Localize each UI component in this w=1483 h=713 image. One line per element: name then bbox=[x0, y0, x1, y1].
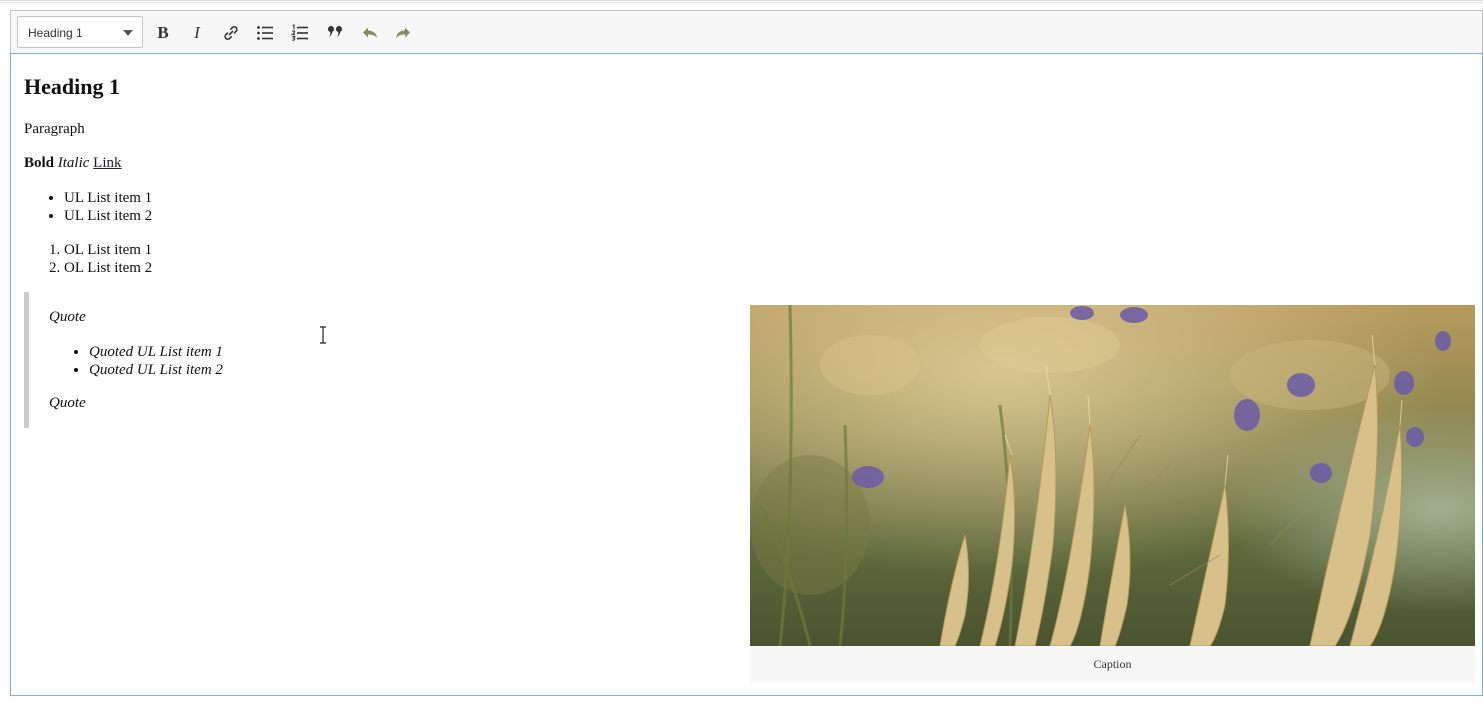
block-quote: Quote Quoted UL List item 1 Quoted UL Li… bbox=[24, 292, 724, 428]
bold-text: Bold bbox=[24, 155, 55, 171]
heading-1-text: Heading 1 bbox=[24, 74, 120, 99]
quote-icon bbox=[327, 26, 342, 37]
image-caption[interactable]: Caption bbox=[750, 646, 1475, 682]
quote-text: Quote bbox=[49, 309, 86, 325]
paragraph-text: Paragraph bbox=[24, 121, 85, 137]
list-item: OL List item 2 bbox=[64, 259, 152, 277]
chevron-down-icon bbox=[123, 30, 133, 36]
bulleted-list-icon bbox=[257, 26, 273, 40]
editor-content-area[interactable]: Heading 1 Paragraph Bold Italic Link UL … bbox=[10, 53, 1483, 696]
quote-text: Quote bbox=[49, 395, 86, 411]
italic-icon: I bbox=[194, 23, 200, 42]
italic-text: Italic bbox=[57, 155, 90, 171]
bold-button[interactable]: B bbox=[148, 18, 178, 48]
text-cursor-icon bbox=[320, 326, 326, 344]
list-item: Quoted UL List item 1 bbox=[89, 343, 223, 361]
image-figure[interactable]: Caption bbox=[750, 305, 1475, 682]
numbered-list-icon bbox=[291, 24, 308, 41]
list-item: OL List item 1 bbox=[64, 241, 152, 259]
list-item: UL List item 1 bbox=[64, 189, 152, 207]
numbered-list: OL List item 1 OL List item 2 bbox=[24, 241, 152, 277]
wheat-field-image[interactable] bbox=[750, 305, 1475, 646]
rich-text-editor: Heading 1 B I Heading 1 Paragraph Bold I… bbox=[10, 10, 1483, 696]
bulleted-list: UL List item 1 UL List item 2 bbox=[24, 189, 152, 225]
redo-icon bbox=[396, 27, 410, 38]
undo-icon bbox=[363, 27, 377, 38]
bulleted-list-button[interactable] bbox=[250, 18, 280, 48]
link-icon bbox=[224, 26, 238, 40]
bold-icon: B bbox=[157, 23, 169, 42]
numbered-list-button[interactable] bbox=[285, 18, 315, 48]
redo-button[interactable] bbox=[388, 18, 418, 48]
heading-dropdown[interactable]: Heading 1 bbox=[17, 16, 143, 48]
undo-button[interactable] bbox=[355, 18, 385, 48]
list-item: UL List item 2 bbox=[64, 207, 152, 225]
quoted-bulleted-list: Quoted UL List item 1 Quoted UL List ite… bbox=[49, 343, 223, 379]
window-top-border bbox=[0, 0, 1483, 3]
editor-toolbar: Heading 1 B I bbox=[10, 10, 1483, 54]
list-item: Quoted UL List item 2 bbox=[89, 361, 223, 379]
heading-dropdown-value: Heading 1 bbox=[28, 26, 83, 40]
link-text[interactable]: Link bbox=[93, 155, 121, 171]
formatted-text-line: Bold Italic Link bbox=[24, 155, 122, 172]
block-quote-button[interactable] bbox=[320, 18, 350, 48]
italic-button[interactable]: I bbox=[182, 18, 212, 48]
link-button[interactable] bbox=[216, 18, 246, 48]
